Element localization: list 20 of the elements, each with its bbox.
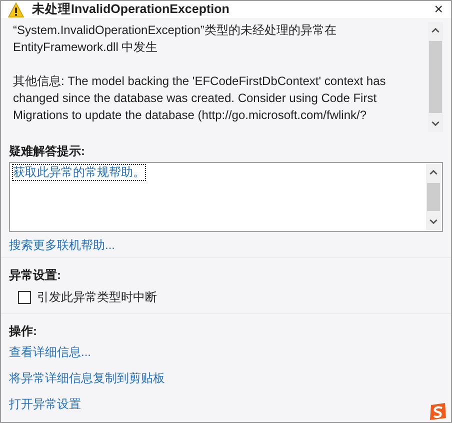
section-heading: 异常设置: (9, 267, 62, 284)
close-button[interactable]: × (432, 2, 445, 18)
section-heading: 操作: (9, 323, 38, 340)
checkbox-label: 引发此异常类型时中断 (37, 289, 157, 306)
scroll-thumb[interactable] (429, 41, 442, 113)
window-title: 未处理InvalidOperationException (32, 1, 230, 18)
checkbox[interactable] (18, 291, 31, 304)
scrollbar[interactable] (428, 22, 443, 132)
help-link[interactable]: 获取此异常的常规帮助。 (12, 164, 146, 181)
section-heading: 疑难解答提示: (9, 143, 86, 160)
scrollbar[interactable] (426, 164, 441, 230)
action-link[interactable]: 查看详细信息... (9, 345, 92, 359)
online-help-link[interactable]: 搜索更多联机帮助... (9, 238, 116, 252)
action-link[interactable]: 打开异常设置 (9, 397, 81, 411)
message-text: “System.InvalidOperationException”类型的未经处理的异常在 EntityFramework.dll 中发生 (13, 22, 338, 56)
message-text: 其他信息: The model backing the 'EFCodeFirstDbContext' context has changed since the database was created. Consider using Code First Migrations to update the database (http://go.microsoft.com/fwlink/? (13, 73, 387, 124)
scroll-thumb[interactable] (427, 183, 440, 211)
warning-icon (8, 2, 24, 18)
action-link[interactable]: 将异常详细信息复制到剪贴板 (9, 371, 165, 385)
input-method-icon[interactable] (428, 402, 448, 422)
